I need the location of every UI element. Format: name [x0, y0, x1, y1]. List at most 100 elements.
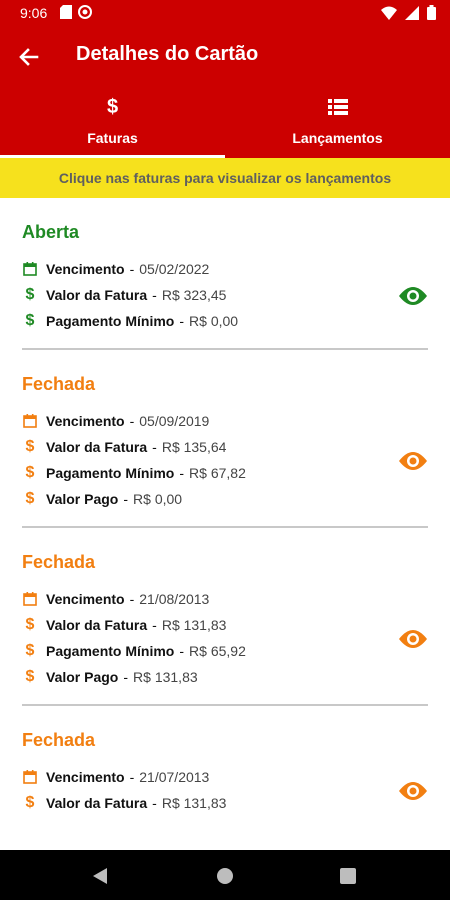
row-separator: -: [152, 287, 157, 303]
row-separator: -: [129, 769, 135, 785]
triangle-back-icon: [93, 868, 107, 884]
row-value: R$ 67,82: [189, 465, 246, 481]
tab-bar: $ Faturas Lançamentos: [0, 86, 450, 158]
row-label: Vencimento: [46, 591, 125, 607]
row-separator: -: [129, 591, 135, 607]
invoice-status: Fechada: [22, 730, 96, 750]
nav-home-button[interactable]: [216, 867, 234, 890]
row-label: Valor da Fatura: [46, 795, 148, 811]
status-time: 9:06: [20, 5, 48, 21]
invoice-card[interactable]: Fechada Vencimento -21/08/2013 $ Valor da Fa…: [0, 528, 450, 690]
row-separator: -: [129, 261, 135, 277]
row-label: Vencimento: [46, 261, 125, 277]
row-value: 05/09/2019: [139, 413, 210, 429]
tab-lancamentos[interactable]: Lançamentos: [225, 86, 450, 158]
invoice-row: $ Pagamento Mínimo - R$ 67,82: [22, 460, 428, 486]
invoice-status: Aberta: [22, 222, 80, 242]
dollar-icon: $: [25, 616, 35, 633]
row-value: R$ 131,83: [161, 795, 227, 811]
dollar-icon: $: [25, 464, 35, 481]
dollar-icon: $: [25, 794, 35, 811]
row-separator: -: [152, 617, 157, 633]
tab-faturas[interactable]: $ Faturas: [0, 86, 225, 158]
invoice-row: Vencimento -05/02/2022: [22, 256, 428, 282]
calendar-icon: [22, 414, 38, 428]
nav-recents-button[interactable]: [340, 868, 356, 889]
tab-label: Faturas: [87, 130, 138, 146]
page-title: Detalhes do Cartão: [76, 43, 259, 65]
invoice-card[interactable]: Aberta Vencimento -05/02/2022 $ Valor da Fat…: [0, 198, 450, 334]
invoice-row: Vencimento -21/07/2013: [22, 764, 428, 790]
signal-icon: [405, 5, 419, 25]
dollar-icon: $: [106, 96, 119, 118]
row-label: Valor da Fatura: [46, 617, 148, 633]
row-value: 21/08/2013: [139, 591, 210, 607]
row-value: 21/07/2013: [139, 769, 210, 785]
row-value: R$ 131,83: [133, 669, 198, 685]
invoice-row: Vencimento -05/09/2019: [22, 408, 428, 434]
row-label: Valor da Fatura: [46, 439, 148, 455]
invoice-row: $ Valor da Fatura - R$ 131,83: [22, 612, 428, 638]
list-icon: [327, 98, 348, 121]
row-label: Vencimento: [46, 413, 125, 429]
eye-icon[interactable]: [398, 451, 428, 476]
invoice-row: $ Valor Pago - R$ 131,83: [22, 664, 428, 690]
invoice-row: Vencimento -21/08/2013: [22, 586, 428, 612]
row-separator: -: [179, 465, 185, 481]
app-bar: Detalhes do Cartão: [0, 26, 450, 86]
tab-label: Lançamentos: [292, 130, 383, 146]
invoice-row: $ Valor da Fatura - R$ 323,45: [22, 282, 428, 308]
invoice-card[interactable]: Fechada Vencimento -21/07/2013 $ Valor da Fa…: [0, 706, 450, 816]
row-value: 05/02/2022: [139, 261, 210, 277]
app-notification-icon: [78, 5, 92, 24]
row-value: R$ 0,00: [189, 313, 239, 329]
info-banner: Clique nas faturas para visualizar os la…: [0, 158, 450, 198]
calendar-icon: [22, 262, 38, 276]
row-separator: -: [129, 413, 135, 429]
arrow-left-icon: [19, 48, 39, 66]
invoice-row: $ Pagamento Mínimo - R$ 65,92: [22, 638, 428, 664]
row-value: R$ 135,64: [161, 439, 227, 455]
row-label: Pagamento Mínimo: [46, 643, 175, 659]
row-label: Valor Pago: [46, 491, 119, 507]
dollar-icon: $: [25, 312, 35, 329]
calendar-icon: [22, 592, 38, 606]
eye-icon[interactable]: [398, 629, 428, 654]
invoice-row: $ Valor da Fatura - R$ 135,64: [22, 434, 428, 460]
invoice-row: $ Valor Pago - R$ 0,00: [22, 486, 428, 512]
row-value: R$ 0,00: [133, 491, 183, 507]
dollar-icon: $: [25, 642, 35, 659]
wifi-icon: [381, 6, 397, 25]
invoice-row: $ Pagamento Mínimo - R$ 0,00: [22, 308, 428, 334]
row-separator: -: [123, 491, 129, 507]
row-value: R$ 65,92: [189, 643, 246, 659]
row-label: Valor Pago: [46, 669, 119, 685]
row-label: Vencimento: [46, 769, 125, 785]
row-value: R$ 131,83: [161, 617, 227, 633]
row-separator: -: [179, 313, 185, 329]
invoice-card[interactable]: Fechada Vencimento -05/09/2019 $ Valor da Fa…: [0, 350, 450, 512]
calendar-icon: [22, 770, 38, 784]
system-nav-bar: [0, 850, 450, 900]
dollar-icon: $: [25, 490, 35, 507]
square-recents-icon: [340, 868, 356, 884]
row-separator: -: [179, 643, 185, 659]
circle-home-icon: [217, 868, 233, 884]
dollar-icon: $: [25, 286, 35, 303]
eye-icon[interactable]: [398, 286, 428, 311]
invoice-status: Fechada: [22, 552, 96, 572]
row-value: R$ 323,45: [161, 287, 227, 303]
row-label: Valor da Fatura: [46, 287, 148, 303]
row-label: Pagamento Mínimo: [46, 313, 175, 329]
back-button[interactable]: [14, 42, 44, 72]
row-separator: -: [152, 439, 157, 455]
sd-card-icon: [60, 5, 72, 24]
dollar-icon: $: [25, 438, 35, 455]
invoice-list[interactable]: Aberta Vencimento -05/02/2022 $ Valor da Fat…: [0, 198, 450, 850]
eye-icon[interactable]: [398, 781, 428, 806]
battery-icon: [427, 5, 436, 25]
nav-back-button[interactable]: [92, 867, 108, 890]
row-separator: -: [123, 669, 129, 685]
invoice-row: $ Valor da Fatura - R$ 131,83: [22, 790, 428, 816]
status-bar: 9:06: [0, 0, 450, 26]
